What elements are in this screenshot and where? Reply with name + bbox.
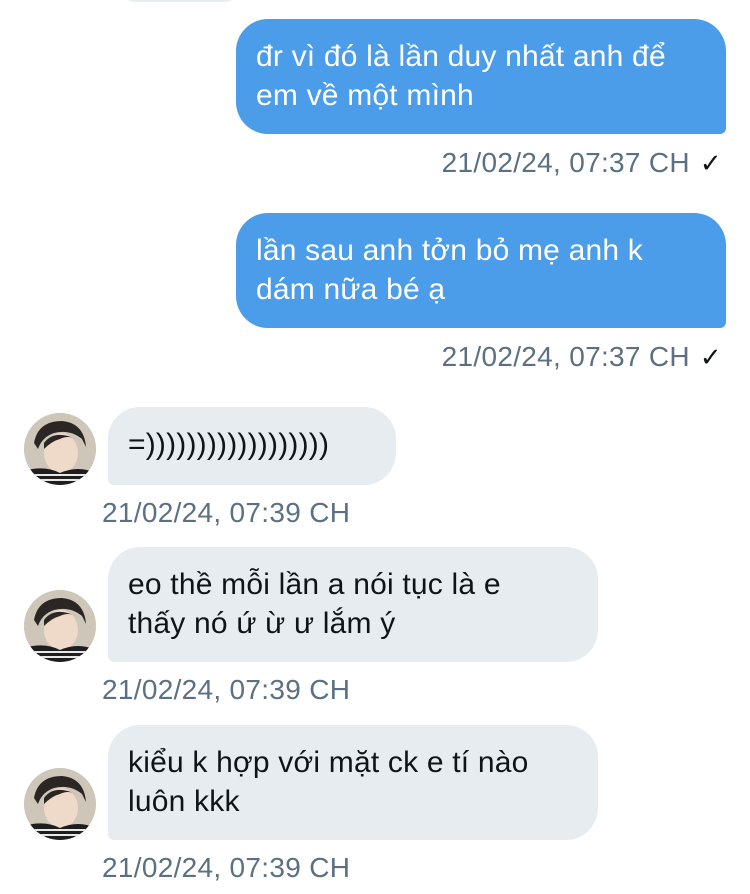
avatar-photo-icon: [24, 413, 96, 485]
avatar-photo-icon: [24, 768, 96, 840]
message-bubble-outgoing[interactable]: đr vì đó là lần duy nhất anh để em về mộ…: [236, 19, 726, 134]
message-timestamp: 21/02/24, 07:39 CH: [102, 497, 351, 528]
avatar[interactable]: [24, 413, 96, 485]
previous-message-bubble-cutoff: [120, 0, 240, 2]
message-meta: 21/02/24, 07:37 CH ✓: [442, 147, 722, 179]
message-timestamp: 21/02/24, 07:39 CH: [102, 852, 351, 883]
message-timestamp: 21/02/24, 07:37 CH: [441, 341, 690, 372]
message-meta: 21/02/24, 07:37 CH ✓: [442, 341, 722, 373]
avatar-photo-icon: [24, 590, 96, 662]
message-bubble-outgoing[interactable]: lần sau anh tởn bỏ mẹ anh k dám nữa bé ạ: [236, 213, 726, 328]
avatar[interactable]: [24, 768, 96, 840]
message-timestamp: 21/02/24, 07:37 CH: [441, 147, 690, 178]
avatar[interactable]: [24, 590, 96, 662]
checkmark-icon: ✓: [699, 148, 722, 178]
message-bubble-incoming[interactable]: kiểu k hợp với mặt ck e tí nào luôn kkk: [108, 725, 598, 840]
message-timestamp: 21/02/24, 07:39 CH: [102, 674, 351, 705]
checkmark-icon: ✓: [699, 342, 722, 372]
message-bubble-incoming[interactable]: =)))))))))))))))))): [108, 407, 396, 485]
message-bubble-incoming[interactable]: eo thề mỗi lần a nói tục là e thấy nó ứ …: [108, 547, 598, 662]
